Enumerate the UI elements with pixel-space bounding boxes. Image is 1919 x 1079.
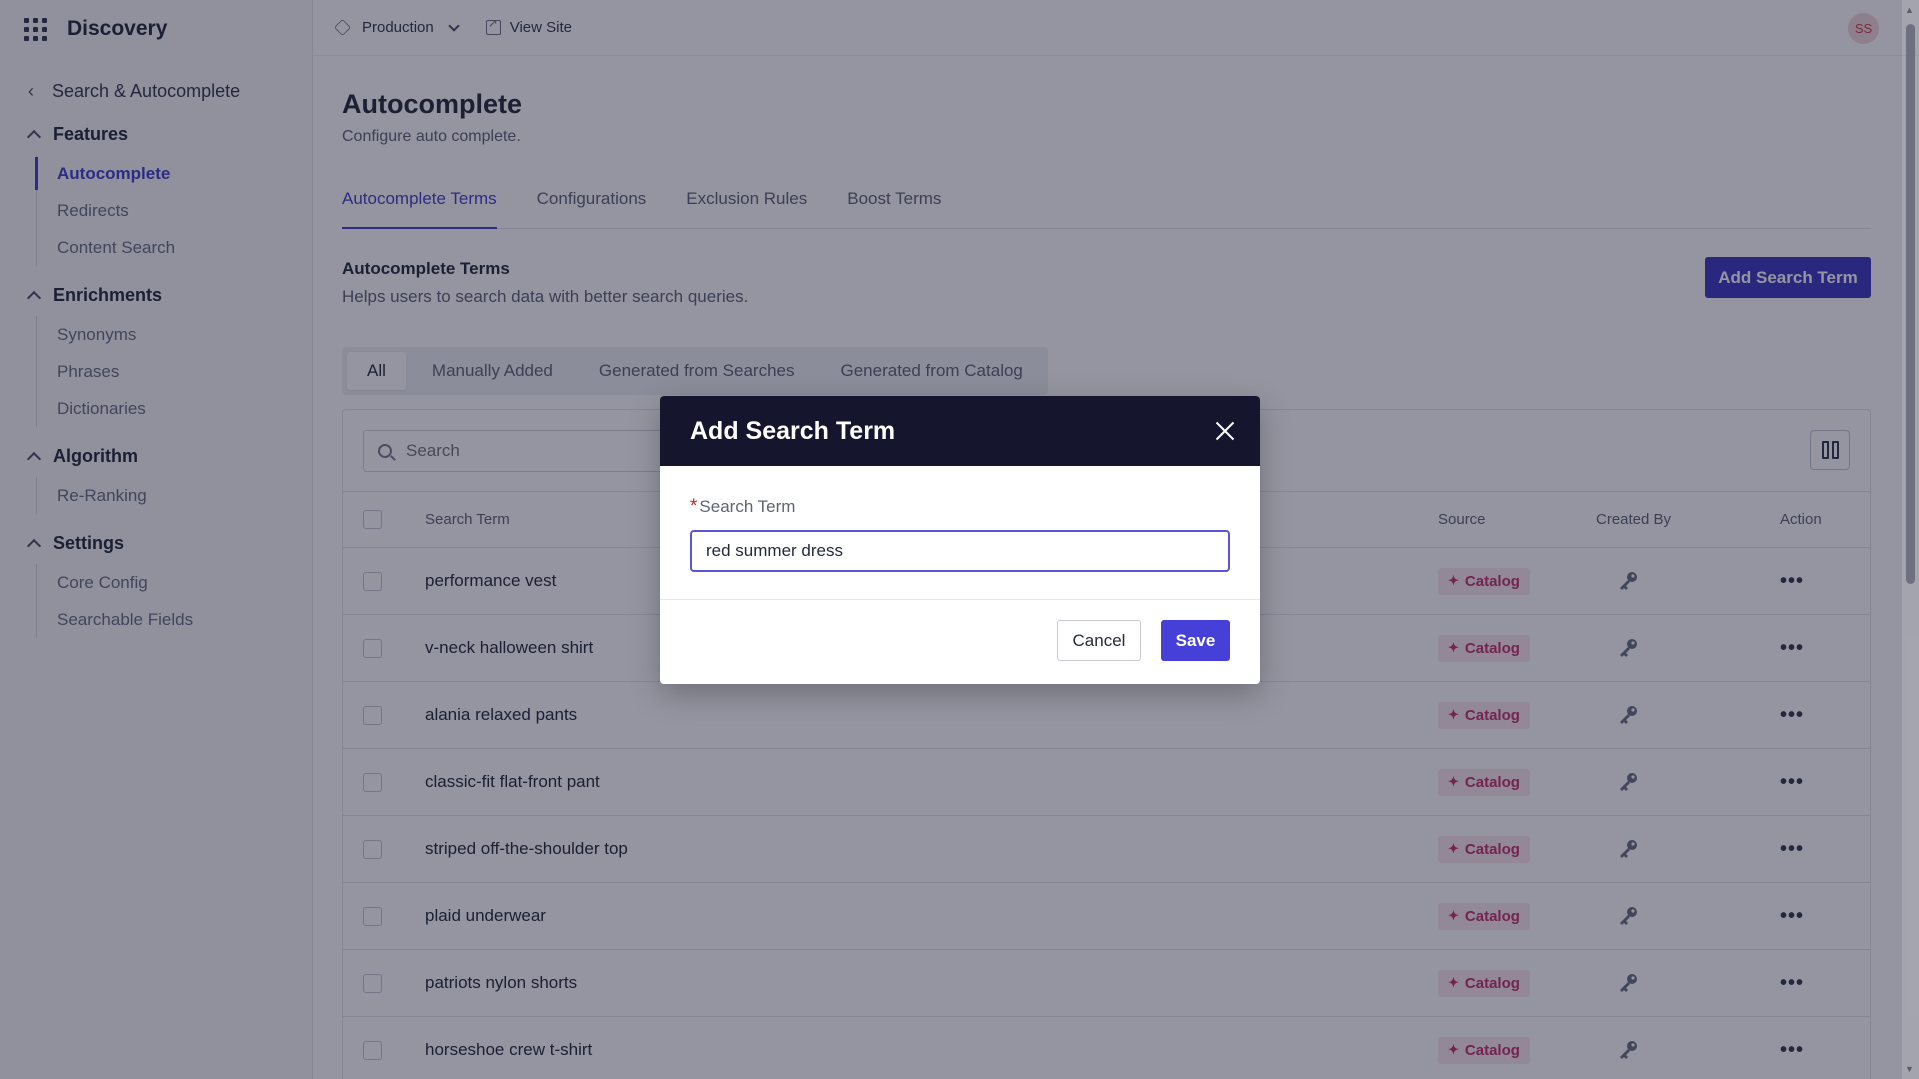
scroll-down-arrow-icon[interactable]: ▼ bbox=[1905, 1064, 1914, 1074]
page-scrollbar[interactable]: ▲ ▼ bbox=[1902, 0, 1919, 1079]
search-term-input[interactable] bbox=[690, 530, 1230, 572]
close-icon[interactable] bbox=[1212, 418, 1238, 444]
save-button[interactable]: Save bbox=[1161, 620, 1230, 661]
scrollbar-thumb[interactable] bbox=[1906, 24, 1915, 584]
dialog-footer: Cancel Save bbox=[660, 600, 1260, 684]
add-search-term-dialog: Add Search Term * Search Term Cancel Sav… bbox=[660, 396, 1260, 684]
search-term-field-label: * Search Term bbox=[690, 496, 1230, 518]
cancel-button[interactable]: Cancel bbox=[1057, 620, 1141, 661]
search-term-label-text: Search Term bbox=[699, 497, 796, 516]
scroll-up-arrow-icon[interactable]: ▲ bbox=[1905, 5, 1914, 15]
dialog-body: * Search Term bbox=[660, 466, 1260, 600]
dialog-header: Add Search Term bbox=[660, 396, 1260, 466]
required-marker: * bbox=[690, 496, 698, 517]
dialog-title: Add Search Term bbox=[690, 416, 896, 445]
